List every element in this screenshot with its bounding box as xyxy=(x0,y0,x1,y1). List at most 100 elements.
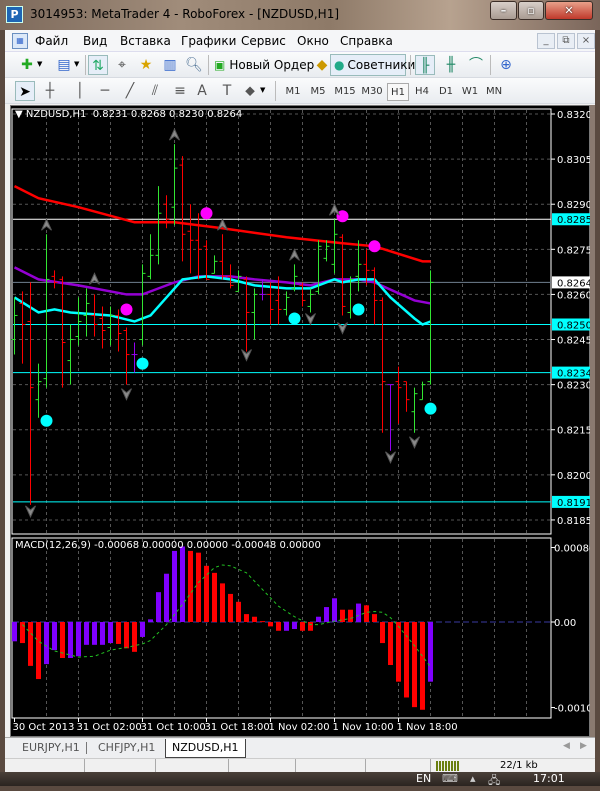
keyboard-icon[interactable]: ⌨ xyxy=(442,772,458,785)
timeframe-d1[interactable]: D1 xyxy=(435,83,457,101)
macd-histogram-bar xyxy=(260,621,265,623)
signal-dot-cyan xyxy=(424,402,437,415)
traffic-indicator: 22/1 kb xyxy=(500,760,538,771)
profiles-icon[interactable]: ▤ xyxy=(54,55,74,75)
connection-status-icon xyxy=(436,761,460,771)
timeframe-m5[interactable]: M5 xyxy=(307,83,329,101)
price-tick-label: 0.8200 xyxy=(557,471,591,482)
timeframe-m1[interactable]: M1 xyxy=(282,83,304,101)
shapes-icon[interactable]: ⬥ xyxy=(240,81,260,101)
tabs-scroll-right-icon[interactable]: ▶ xyxy=(580,741,587,751)
profiles-dropdown-icon[interactable]: ▼ xyxy=(74,60,79,68)
macd-histogram-bar xyxy=(116,622,121,644)
clock[interactable]: 17:01 xyxy=(533,772,565,785)
macd-histogram-bar xyxy=(76,622,81,657)
timeframe-w1[interactable]: W1 xyxy=(459,83,481,101)
data-window-icon[interactable]: ⌖ xyxy=(112,55,132,75)
timeframe-mn[interactable]: MN xyxy=(483,83,505,101)
tabs-scroll-left-icon[interactable]: ◀ xyxy=(563,741,570,751)
language-indicator[interactable]: EN xyxy=(416,772,431,785)
shapes-dropdown-icon[interactable]: ▼ xyxy=(260,86,265,94)
mdi-close-button[interactable]: × xyxy=(577,33,595,49)
status-divider xyxy=(228,759,229,772)
fractal-arrow-up xyxy=(289,248,300,261)
price-chart[interactable]: 0.8320 0.8305 0.8290 0.8275 0.8260 0.8245 0.82… xyxy=(11,106,591,738)
timeframe-m15[interactable]: M15 xyxy=(332,83,358,101)
fractal-arrow-down xyxy=(121,388,132,401)
expert-advisors-button[interactable]: ● Советники xyxy=(330,54,415,76)
macd-histogram-bar xyxy=(28,622,33,666)
time-tick-label: 1 Nov 10:00 xyxy=(333,722,394,733)
equidistant-channel-icon[interactable]: ⫽ xyxy=(145,81,165,101)
macd-histogram-bar xyxy=(380,622,385,644)
timeframe-h1[interactable]: H1 xyxy=(387,83,409,101)
chart-area[interactable]: 0.8320 0.8305 0.8290 0.8275 0.8260 0.8245 0.82… xyxy=(10,105,591,738)
fractal-arrow-down xyxy=(385,451,396,465)
new-order-icon: ▣ xyxy=(214,58,226,72)
chart-menu-arrow-icon[interactable]: ▼ xyxy=(15,109,26,120)
fibonacci-icon[interactable]: ≡ xyxy=(170,81,190,101)
strategy-tester-icon[interactable]: 🔍︎ xyxy=(184,55,204,75)
app-logo-icon: P xyxy=(6,6,23,23)
toolbar-separator xyxy=(410,55,411,75)
menu-help[interactable]: Справка xyxy=(340,34,393,48)
menu-tools[interactable]: Сервис xyxy=(241,34,286,48)
candlestick-icon[interactable]: ╫ xyxy=(441,55,461,75)
navigator-icon[interactable]: ★ xyxy=(136,55,156,75)
timeframe-h4[interactable]: H4 xyxy=(411,83,433,101)
crosshair-icon[interactable]: ┼ xyxy=(40,81,60,101)
menu-view[interactable]: Вид xyxy=(83,34,107,48)
new-chart-icon[interactable]: ✚ xyxy=(17,55,37,75)
line-chart-icon[interactable]: ⌒ xyxy=(466,55,486,75)
macd-histogram-bar xyxy=(108,622,113,644)
network-icon[interactable]: 🖧 xyxy=(488,772,500,791)
macd-histogram-bar xyxy=(156,592,161,622)
macd-histogram-bar xyxy=(364,605,369,622)
alert-icon[interactable]: ◆ xyxy=(312,55,332,75)
zoom-in-icon[interactable]: ⊕ xyxy=(496,55,516,75)
expert-advisors-icon: ● xyxy=(334,58,345,72)
window-maximize-button[interactable]: ▫ xyxy=(518,1,544,20)
trendline-icon[interactable]: ╱ xyxy=(120,81,140,101)
macd-histogram-bar xyxy=(324,607,329,622)
vertical-line-icon[interactable]: │ xyxy=(70,81,90,101)
market-watch-icon[interactable]: ⇅ xyxy=(88,55,108,75)
price-tick-label: 0.8185 xyxy=(557,516,591,527)
price-tick-label: 0.8230 xyxy=(557,381,591,392)
macd-tick-label: 0.00 xyxy=(554,618,576,629)
window-right-border xyxy=(590,105,595,737)
tab-eurjpy-h1[interactable]: EURJPY,H1 xyxy=(16,739,86,758)
mdi-minimize-button[interactable]: _ xyxy=(537,33,555,49)
menu-window[interactable]: Окно xyxy=(297,34,329,48)
macd-histogram-bar xyxy=(268,622,273,627)
tab-chfjpy-h1[interactable]: CHFJPY,H1 xyxy=(92,739,161,758)
window-close-button[interactable]: ✕ xyxy=(545,1,593,20)
window-minimize-button[interactable]: – xyxy=(490,1,517,20)
macd-histogram-bar xyxy=(228,593,233,622)
macd-histogram-bar xyxy=(372,614,377,622)
macd-histogram-bar xyxy=(396,622,401,682)
macd-histogram-bar xyxy=(292,622,297,630)
text-icon[interactable]: A xyxy=(192,81,212,101)
horizontal-line-icon[interactable]: ─ xyxy=(95,81,115,101)
price-tick-label: 0.8275 xyxy=(557,245,591,256)
menu-insert[interactable]: Вставка xyxy=(120,34,171,48)
new-chart-dropdown-icon[interactable]: ▼ xyxy=(37,60,42,68)
terminal-icon[interactable]: ▥ xyxy=(160,55,180,75)
cursor-icon[interactable]: ➤ xyxy=(15,81,35,101)
expert-advisors-label: Советники xyxy=(347,58,416,72)
mdi-restore-button[interactable]: ⧉ xyxy=(557,33,575,49)
text-label-icon[interactable]: T xyxy=(217,81,237,101)
new-order-button[interactable]: ▣ Новый Ордер xyxy=(214,55,314,75)
bar-chart-icon[interactable]: ╟ xyxy=(415,55,435,75)
menu-charts[interactable]: Графики xyxy=(181,34,236,48)
menu-file[interactable]: Файл xyxy=(35,34,68,48)
tab-nzdusd-h1[interactable]: NZDUSD,H1 xyxy=(165,739,246,758)
main-panel-frame xyxy=(11,108,552,535)
time-tick-label: 1 Nov 18:00 xyxy=(397,722,458,733)
timeframe-m30[interactable]: M30 xyxy=(359,83,385,101)
tray-arrow-icon[interactable]: ▴ xyxy=(470,772,476,785)
macd-histogram-bar xyxy=(68,622,73,658)
status-divider xyxy=(430,759,431,772)
price-level-label: 0.8234 xyxy=(557,369,591,380)
